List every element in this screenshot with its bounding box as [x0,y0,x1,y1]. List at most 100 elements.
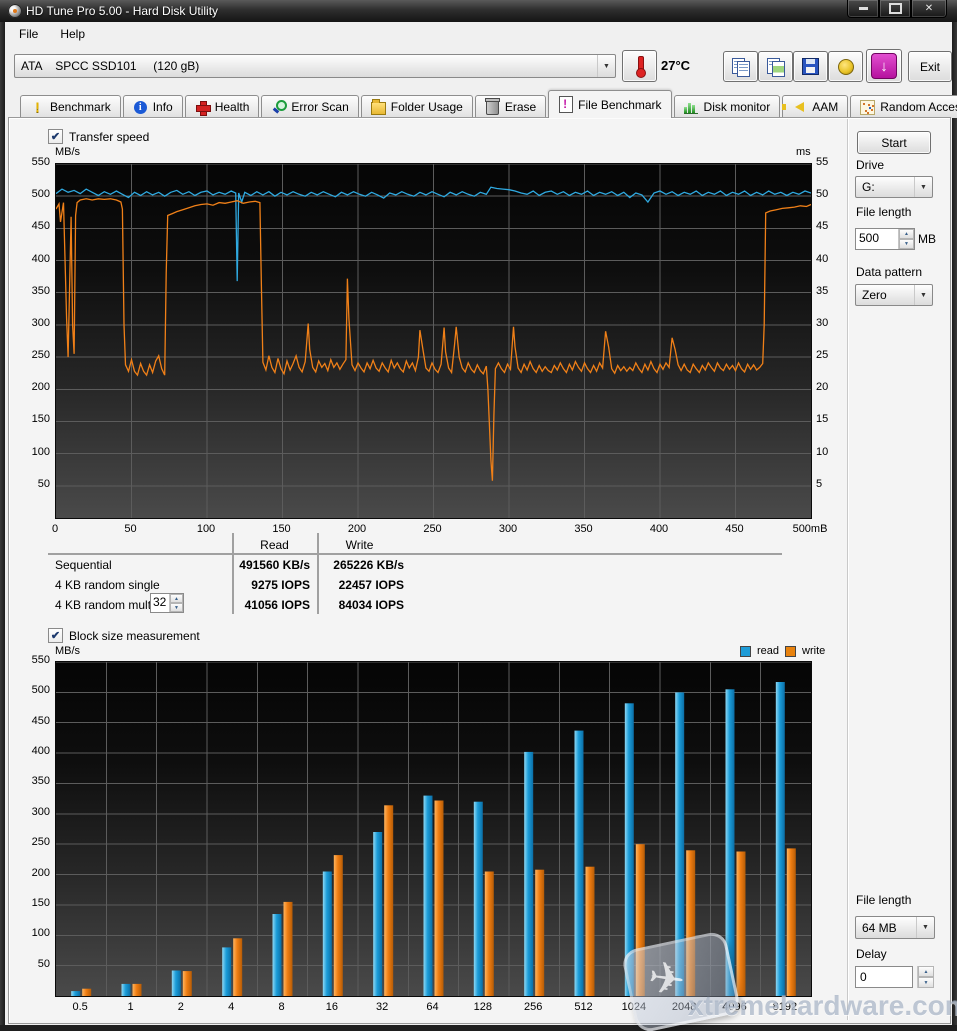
delay-label: Delay [856,947,887,961]
tab-random-access[interactable]: Random Access [850,95,957,118]
axis-tick-label: 250 [423,523,441,535]
tab-aam[interactable]: AAM [782,95,848,118]
axis-tick-label: 200 [348,523,366,535]
sequential-write-value: 265226 KB/s [322,558,404,572]
data-pattern-combobox[interactable]: Zero ▼ [855,284,933,306]
download-button[interactable]: ↓ [866,49,902,83]
speaker-icon [792,100,807,115]
queue-depth-spinbox[interactable]: 32 ▲▼ [150,593,184,613]
tab-disk-monitor[interactable]: Disk monitor [674,95,781,118]
spin-down-icon[interactable]: ▼ [918,977,934,988]
chevron-down-icon[interactable]: ▼ [597,55,615,77]
tab-erase[interactable]: Erase [475,95,546,118]
app-icon [8,4,22,18]
download-icon: ↓ [871,53,897,79]
options-icon [838,59,854,75]
copy-image-button[interactable] [758,51,793,82]
tab-file-benchmark[interactable]: File Benchmark [548,90,671,118]
window-border-bottom [0,1025,957,1031]
axis-tick-label: 512 [574,1001,592,1013]
axis-tick-label: 25 [816,349,828,361]
tab-folder-usage[interactable]: Folder Usage [361,95,473,118]
tab-bar: !Benchmark iInfo Health Error Scan Folde… [20,93,957,118]
drive-select-value: ATA SPCC SSD101 (120 gB) [15,59,597,73]
exit-button-label: Exit [920,60,940,74]
axis-tick-label: 450 [725,523,743,535]
tab-health[interactable]: Health [185,95,260,118]
results-header-read: Read [232,538,317,552]
drive-label: Drive [856,158,884,172]
axis-tick-label: 150 [20,897,50,909]
start-button-label: Start [881,136,906,150]
axis-tick-label: 200 [20,867,50,879]
drive-value: G: [856,180,914,194]
health-icon [195,100,210,115]
file-length-spinner: ▲▼ [898,229,914,249]
spin-up-icon[interactable]: ▲ [170,594,183,603]
copy-text-button[interactable] [723,51,758,82]
app-window: HD Tune Pro 5.00 - Hard Disk Utility ✕ F… [0,0,957,1031]
spin-down-icon[interactable]: ▼ [899,239,914,249]
minimize-button[interactable] [847,0,879,18]
maximize-button[interactable] [879,0,911,18]
menu-help[interactable]: Help [52,25,93,43]
axis-tick-label: 450 [20,715,50,727]
chevron-down-icon[interactable]: ▼ [914,285,932,305]
save-button[interactable] [793,51,828,82]
transfer-speed-option: ✔ Transfer speed [48,129,149,144]
temperature-button[interactable] [622,50,657,82]
axis-tick-label: 500 [20,188,50,200]
close-button[interactable]: ✕ [911,0,947,18]
sequential-read-value: 491560 KB/s [230,558,310,572]
disk-monitor-icon [684,100,699,115]
chevron-down-icon[interactable]: ▼ [916,917,934,938]
axis-tick-label: 50 [20,478,50,490]
queue-depth-spinner: ▲▼ [169,594,183,612]
file-length2-combobox[interactable]: 64 MB ▼ [855,916,935,939]
axis-tick-label: 200 [20,381,50,393]
random-multi-write-value: 84034 IOPS [322,598,404,612]
file-length-value: 500 [856,229,898,249]
file-length-spinbox[interactable]: 500 ▲▼ [855,228,915,250]
tab-info[interactable]: iInfo [123,95,183,118]
delay-input[interactable]: 0 [855,966,913,988]
transfer-speed-checkbox[interactable]: ✔ [48,129,63,144]
data-pattern-value: Zero [856,288,914,302]
close-icon: ✕ [925,3,933,14]
legend-read-label: read [757,645,779,657]
chevron-down-icon[interactable]: ▼ [914,177,932,197]
temperature-value: 27°C [661,58,690,73]
block-size-checkbox[interactable]: ✔ [48,628,63,643]
chart-legend: read write [740,645,825,657]
spin-down-icon[interactable]: ▼ [170,603,183,612]
axis-tick-label: 500 [20,684,50,696]
results-row-label: Sequential [55,558,112,572]
axis-tick-label: 32 [376,1001,388,1013]
axis-tick-label: 400 [20,253,50,265]
data-pattern-label: Data pattern [856,265,922,279]
axis-tick-label: 300 [20,806,50,818]
transfer-speed-label: Transfer speed [69,130,149,144]
results-header-write: Write [317,538,402,552]
drive-combobox[interactable]: G: ▼ [855,176,933,198]
file-length-label: File length [856,205,911,219]
chart2-y-axis-label: MB/s [55,645,80,657]
axis-tick-label: 500mB [793,523,828,535]
options-button[interactable] [828,51,863,82]
exit-button[interactable]: Exit [908,51,952,82]
axis-tick-label: 45 [816,220,828,232]
axis-tick-label: 350 [574,523,592,535]
minimize-icon [859,7,868,10]
panel-separator [847,119,848,1020]
spin-up-icon[interactable]: ▲ [918,966,934,977]
drive-select-combobox[interactable]: ATA SPCC SSD101 (120 gB) ▼ [14,54,616,78]
results-row-label: 4 KB random multi [55,598,154,612]
axis-tick-label: 64 [426,1001,438,1013]
chart1-y-axis-label: MB/s [55,146,80,158]
tab-benchmark[interactable]: !Benchmark [20,95,121,118]
spin-up-icon[interactable]: ▲ [899,229,914,239]
start-button[interactable]: Start [857,131,931,154]
tab-error-scan[interactable]: Error Scan [261,95,358,118]
menu-file[interactable]: File [11,25,46,43]
block-size-option: ✔ Block size measurement [48,628,200,643]
